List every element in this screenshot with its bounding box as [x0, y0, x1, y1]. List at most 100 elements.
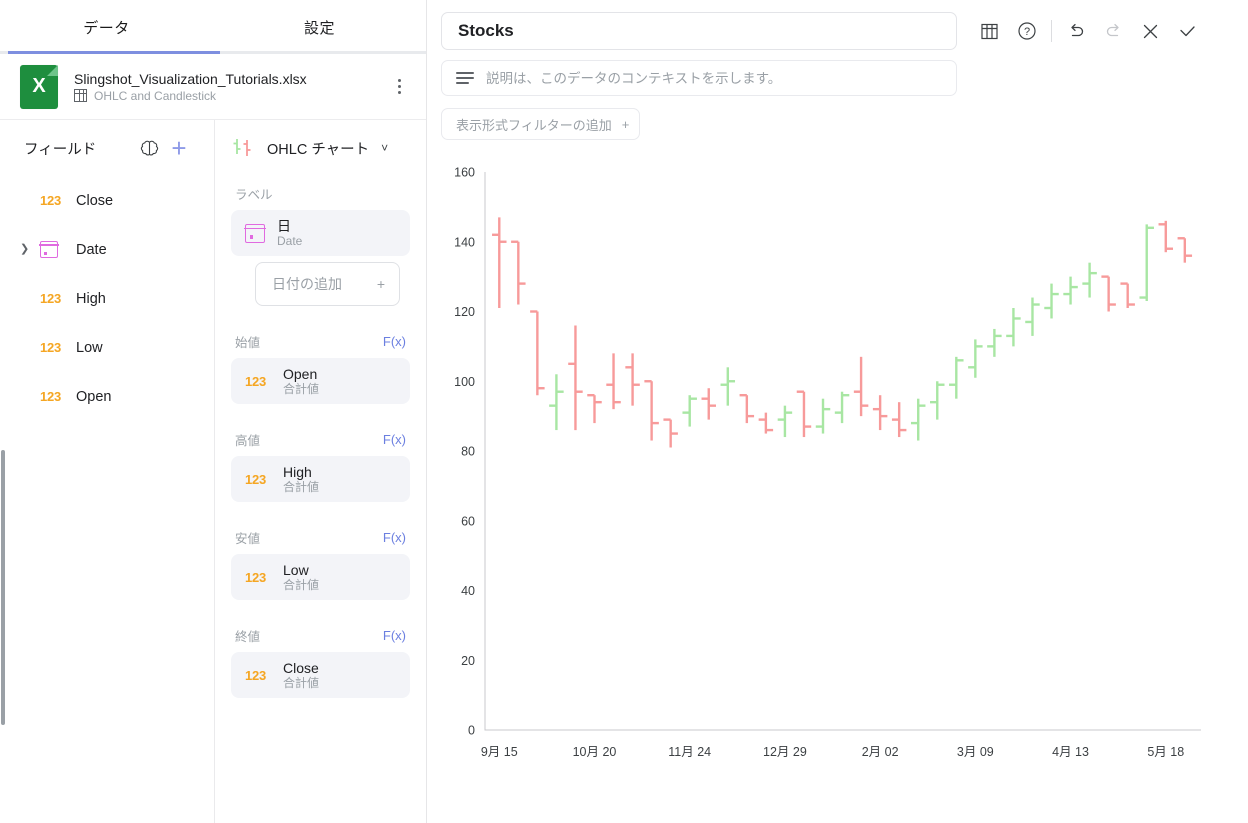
config-section-close: 終値 F(x) 123 Close 合計値 [215, 618, 426, 698]
ohlc-bar[interactable] [511, 240, 526, 305]
section-label: 高値 [235, 433, 261, 448]
field-label: Open [76, 388, 112, 405]
section-header: 安値 F(x) [231, 520, 410, 554]
add-display-filter-button[interactable]: 表示形式フィルターの追加 + [441, 108, 641, 140]
fields-scrollbar[interactable] [1, 450, 5, 725]
ohlc-bar[interactable] [758, 412, 774, 434]
ohlc-chart: 0 20 40 60 80 100 120 140 160 9月 15 10月 20 11月 24 12… [441, 160, 1236, 805]
help-icon[interactable]: ? [1008, 14, 1045, 48]
fx-button[interactable]: F(x) [383, 530, 406, 545]
ohlc-bar[interactable] [1025, 297, 1040, 336]
ohlc-bar[interactable] [853, 356, 869, 417]
ohlc-bar[interactable] [987, 328, 1002, 357]
config-section-high: 高値 F(x) 123 High 合計値 [215, 422, 426, 502]
ohlc-bar[interactable] [1063, 276, 1078, 305]
field-chip-high[interactable]: 123 High 合計値 [231, 456, 410, 502]
close-icon[interactable] [1132, 14, 1169, 48]
ohlc-bar[interactable] [1006, 308, 1021, 347]
y-axis-tick-label: 0 [468, 724, 475, 738]
field-chip-close[interactable]: 123 Close 合計値 [231, 652, 410, 698]
chip-texts: Open 合計値 [283, 366, 319, 397]
ohlc-bar[interactable] [606, 353, 621, 410]
undo-icon[interactable] [1058, 14, 1095, 48]
field-item-close[interactable]: 123 Close [0, 176, 214, 225]
field-item-high[interactable]: 123 High [0, 274, 214, 323]
chart-editor-app: データ 設定 X Slingshot_Visualization_Tutoria… [0, 0, 1248, 823]
ohlc-bar[interactable] [872, 395, 888, 431]
tab-data[interactable]: データ [0, 0, 213, 54]
field-chip-open[interactable]: 123 Open 合計値 [231, 358, 410, 404]
ohlc-bar[interactable] [625, 353, 640, 406]
ohlc-bar[interactable] [1139, 224, 1154, 302]
ohlc-bar[interactable] [1044, 283, 1059, 319]
data-source-row[interactable]: X Slingshot_Visualization_Tutorials.xlsx… [0, 54, 426, 120]
ohlc-bar[interactable] [777, 405, 793, 438]
excel-file-icon: X [20, 64, 58, 109]
field-label: Low [76, 339, 103, 356]
chevron-down-icon[interactable]: ˅ [381, 141, 388, 155]
field-chip-low[interactable]: 123 Low 合計値 [231, 554, 410, 600]
ohlc-bar[interactable] [492, 217, 507, 309]
section-label: 始値 [235, 335, 261, 350]
add-field-icon[interactable]: + [162, 135, 196, 161]
more-options-icon[interactable] [388, 79, 410, 94]
ohlc-bar[interactable] [949, 356, 964, 399]
chart-title-input[interactable] [458, 21, 940, 41]
fx-button[interactable]: F(x) [383, 628, 406, 643]
fx-button[interactable]: F(x) [383, 334, 406, 349]
ohlc-bar[interactable] [1177, 237, 1193, 263]
left-panel: データ 設定 X Slingshot_Visualization_Tutoria… [0, 0, 427, 823]
fx-button[interactable]: F(x) [383, 432, 406, 447]
chip-title: High [283, 463, 312, 480]
expand-caret-icon[interactable]: ❯ [20, 244, 30, 255]
chip-texts: 日 Date [277, 218, 302, 249]
ohlc-bar[interactable] [682, 395, 697, 427]
ohlc-bar[interactable] [1158, 220, 1174, 253]
ohlc-bar[interactable] [530, 310, 545, 396]
number-type-icon: 123 [40, 340, 62, 355]
ohlc-bar[interactable] [549, 374, 564, 431]
plus-icon[interactable]: + [377, 277, 385, 291]
ohlc-bar[interactable] [663, 418, 678, 448]
svg-text:?: ? [1023, 26, 1029, 38]
tab-settings[interactable]: 設定 [213, 0, 426, 54]
ohlc-bar[interactable] [587, 394, 602, 424]
field-chip-date[interactable]: 日 Date [231, 210, 410, 256]
ohlc-bar[interactable] [1082, 262, 1097, 298]
number-type-icon: 123 [245, 373, 267, 389]
chart-title-field[interactable] [441, 12, 957, 50]
chip-subtitle: Date [277, 233, 303, 248]
chart-description-field[interactable] [441, 60, 957, 96]
ohlc-bar[interactable] [815, 398, 831, 434]
editor-toolbar: ? [971, 12, 1206, 50]
ohlc-bar[interactable] [1101, 275, 1116, 312]
field-item-low[interactable]: 123 Low [0, 323, 214, 372]
chart-description-input[interactable] [486, 70, 942, 86]
ohlc-bar[interactable] [891, 402, 907, 438]
ohlc-bar[interactable] [644, 380, 659, 441]
field-item-date[interactable]: ❯ Date [0, 225, 214, 274]
ohlc-bar[interactable] [796, 390, 812, 438]
calendar-icon [39, 241, 66, 258]
redo-icon[interactable] [1095, 14, 1132, 48]
brain-icon[interactable] [136, 140, 162, 157]
plus-icon[interactable]: + [622, 118, 630, 131]
ohlc-bar[interactable] [910, 398, 926, 441]
ohlc-bar[interactable] [701, 388, 716, 420]
ohlc-bar[interactable] [834, 391, 850, 424]
ohlc-chart-svg: 0 20 40 60 80 100 120 140 160 9月 15 10月 20 11月 24 12… [454, 166, 1201, 759]
ohlc-bar[interactable] [930, 381, 945, 420]
section-header: 始値 F(x) [231, 324, 410, 358]
chart-type-selector[interactable]: OHLC チャート ˅ [215, 120, 426, 176]
ohlc-bar[interactable] [568, 325, 583, 431]
add-date-dropzone[interactable]: 日付の追加 + [255, 262, 400, 306]
table-view-icon[interactable] [971, 14, 1008, 48]
ohlc-bar[interactable] [739, 394, 755, 424]
chip-texts: High 合計値 [283, 464, 319, 495]
ohlc-bar[interactable] [1120, 282, 1135, 309]
field-item-open[interactable]: 123 Open [0, 372, 214, 421]
panel-tabs: データ 設定 [0, 0, 426, 54]
confirm-icon[interactable] [1169, 14, 1206, 48]
ohlc-bar[interactable] [720, 367, 736, 406]
ohlc-bar[interactable] [968, 339, 983, 378]
